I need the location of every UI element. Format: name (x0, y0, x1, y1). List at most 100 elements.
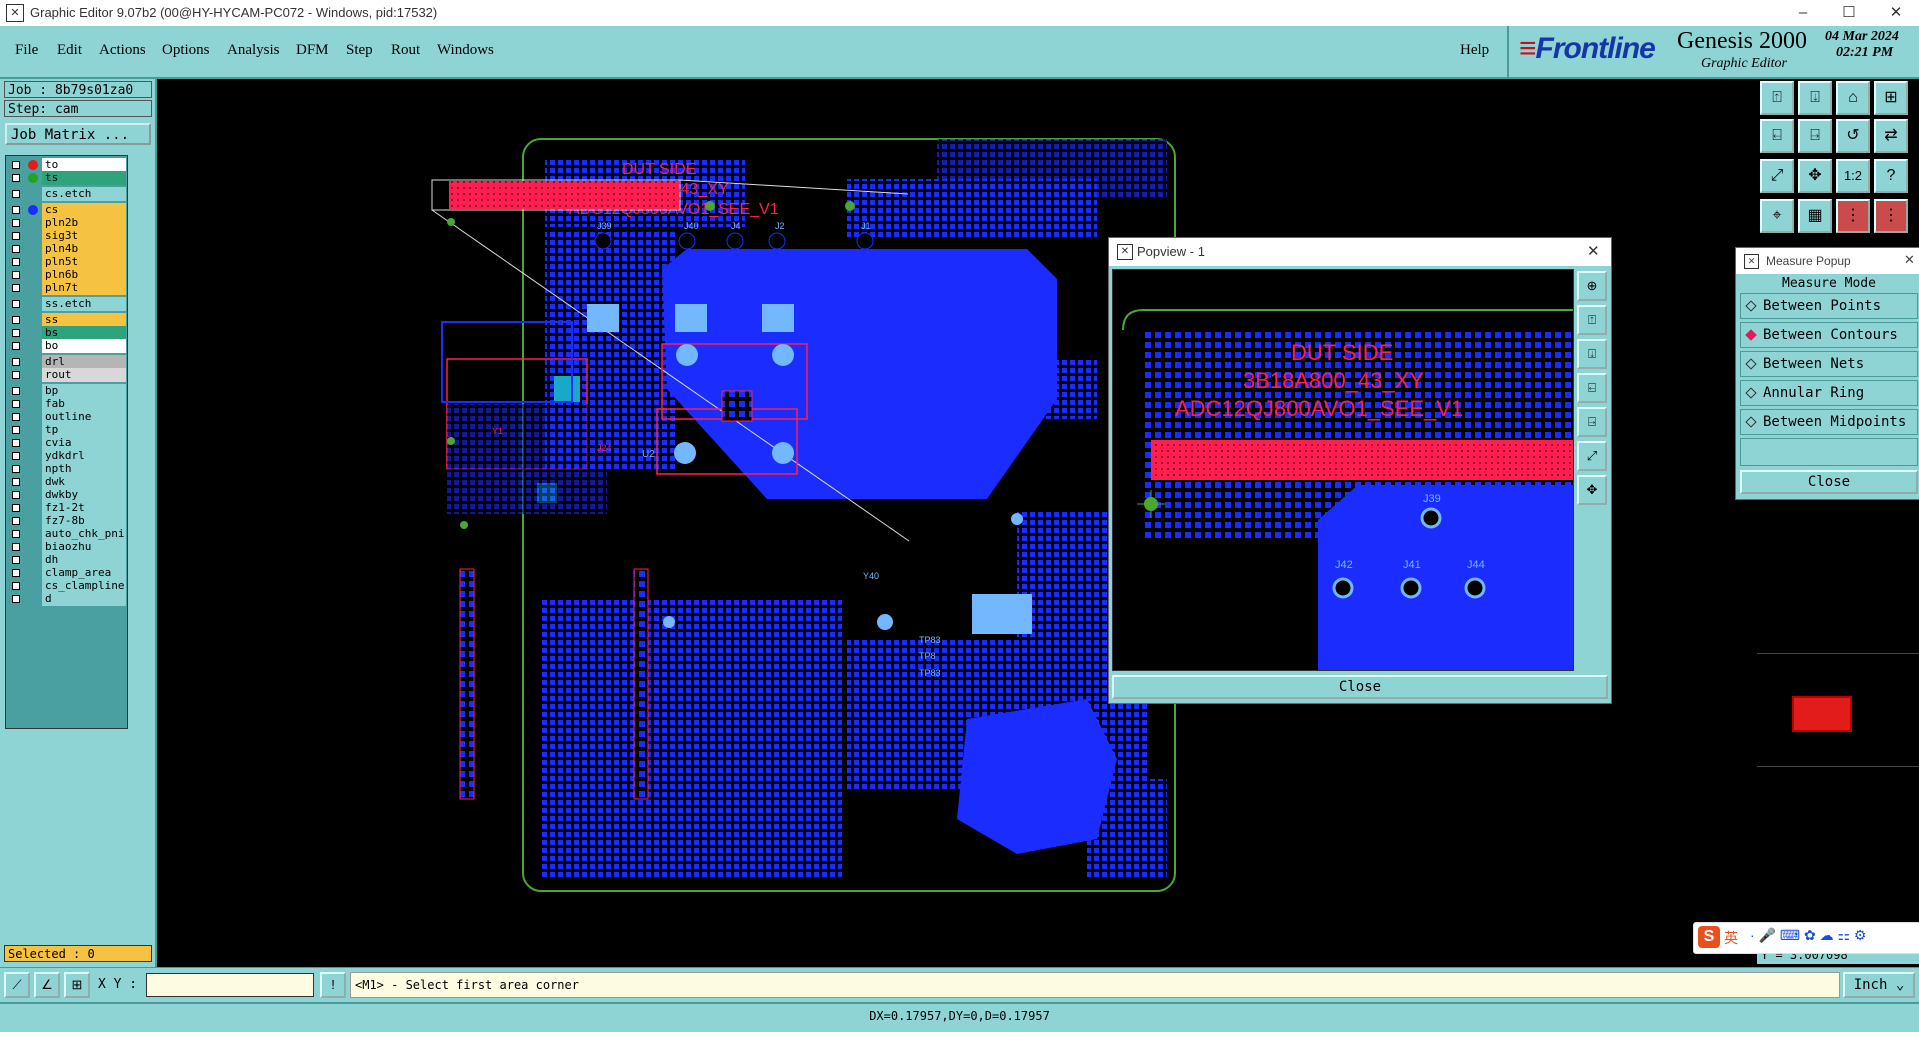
layer-name[interactable]: dh (42, 553, 126, 567)
layer-checkbox[interactable] (12, 232, 20, 240)
layer-checkbox[interactable] (12, 174, 20, 182)
move-left-icon[interactable]: ⍇ (1760, 119, 1794, 153)
layer-row-bo[interactable]: bo (8, 339, 126, 353)
flip-icon[interactable]: ⇄ (1874, 119, 1908, 153)
layer-name[interactable]: cs_clampline (42, 579, 126, 593)
measure-option-between-contours[interactable]: Between Contours (1740, 322, 1918, 348)
layer-checkbox[interactable] (12, 569, 20, 577)
layer-row-to[interactable]: to (8, 158, 126, 172)
draw-mode-icon[interactable]: ⟋ (4, 972, 30, 998)
layer-checkbox[interactable] (12, 400, 20, 408)
layer-checkbox[interactable] (12, 161, 20, 169)
popview-down-icon[interactable]: ⍗ (1577, 339, 1607, 369)
layer-checkbox[interactable] (12, 543, 20, 551)
layer-name[interactable]: dwkby (42, 488, 126, 502)
menu-dfm[interactable]: DFM (296, 42, 329, 59)
layer-row-fz1-2t[interactable]: fz1-2t (8, 501, 126, 515)
layer-name[interactable]: ydkdrl (42, 449, 126, 463)
layer-name[interactable]: clamp_area (42, 566, 126, 580)
layer-row-ss-etch[interactable]: ss.etch (8, 297, 126, 311)
layer-row-biaozhu[interactable]: biaozhu (8, 540, 126, 554)
menu-help[interactable]: Help (1460, 42, 1489, 59)
layer-name[interactable]: pln7t (42, 281, 126, 295)
layer-toggle-icon[interactable]: ⋮ (1836, 199, 1870, 233)
popview-pan-icon[interactable]: ✥ (1577, 475, 1607, 505)
menu-step[interactable]: Step (346, 42, 373, 59)
menu-edit[interactable]: Edit (57, 42, 82, 59)
layer-row-pln7t[interactable]: pln7t (8, 281, 126, 295)
layer-row-pln2b[interactable]: pln2b (8, 216, 126, 230)
layer-row-ts[interactable]: ts (8, 171, 126, 185)
layer-name[interactable]: cs.etch (42, 187, 126, 201)
layer-name[interactable]: dwk (42, 475, 126, 489)
layer-checkbox[interactable] (12, 387, 20, 395)
info-icon[interactable]: ! (320, 972, 346, 998)
help-icon[interactable]: ? (1874, 159, 1908, 193)
scale-1-2-icon[interactable]: 1:2 (1836, 159, 1870, 193)
layer-name[interactable]: tp (42, 423, 126, 437)
ruler-icon[interactable]: ⋮ (1874, 199, 1908, 233)
popview-zoom-in-icon[interactable]: ⊕ (1577, 271, 1607, 301)
layer-row-drl[interactable]: drl (8, 355, 126, 369)
layer-checkbox[interactable] (12, 582, 20, 590)
job-matrix-button[interactable]: Job Matrix ... (5, 123, 151, 145)
layer-checkbox[interactable] (12, 491, 20, 499)
layer-row-rout[interactable]: rout (8, 368, 126, 382)
layer-row-cvia[interactable]: cvia (8, 436, 126, 450)
layer-checkbox[interactable] (12, 271, 20, 279)
layer-row-pln6b[interactable]: pln6b (8, 268, 126, 282)
menu-actions[interactable]: Actions (99, 42, 146, 59)
layer-checkbox[interactable] (12, 258, 20, 266)
layer-checkbox[interactable] (12, 358, 20, 366)
layer-checkbox[interactable] (12, 504, 20, 512)
layer-checkbox[interactable] (12, 452, 20, 460)
menu-file[interactable]: File (15, 42, 38, 59)
layer-row-cs[interactable]: cs (8, 203, 126, 217)
layer-row-cs-clampline[interactable]: cs_clampline (8, 579, 126, 593)
layer-name[interactable]: biaozhu (42, 540, 126, 554)
maximize-button[interactable]: ☐ (1826, 0, 1872, 26)
move-up-icon[interactable]: ⍐ (1760, 81, 1794, 115)
layer-row-dwk[interactable]: dwk (8, 475, 126, 489)
ime-language[interactable]: 英 (1724, 928, 1738, 948)
pan-icon[interactable]: ✥ (1798, 159, 1832, 193)
layer-row-clamp-area[interactable]: clamp_area (8, 566, 126, 580)
layer-checkbox[interactable] (12, 342, 20, 350)
angle-icon[interactable]: ∠ (34, 972, 60, 998)
layer-checkbox[interactable] (12, 329, 20, 337)
overview-window[interactable] (1792, 696, 1852, 732)
popview-close-button[interactable]: Close (1112, 675, 1608, 699)
measure-close-button[interactable]: Close (1740, 470, 1918, 494)
close-window-button[interactable]: ✕ (1873, 0, 1919, 26)
layer-name[interactable]: ts (42, 171, 126, 185)
layer-row-outline[interactable]: outline (8, 410, 126, 424)
layer-checkbox[interactable] (12, 245, 20, 253)
snap-grid-icon[interactable]: ▦ (1798, 199, 1832, 233)
layer-name[interactable]: bs (42, 326, 126, 340)
units-dropdown[interactable]: Inch ⌄ (1843, 972, 1915, 998)
minimize-button[interactable]: – (1780, 0, 1826, 26)
layer-name[interactable]: pln2b (42, 216, 126, 230)
layer-checkbox[interactable] (12, 219, 20, 227)
ime-logo-icon[interactable]: S (1698, 926, 1720, 948)
layer-name[interactable]: bo (42, 339, 126, 353)
layer-name[interactable]: outline (42, 410, 126, 424)
layer-name[interactable]: drl (42, 355, 126, 369)
home-icon[interactable]: ⌂ (1836, 81, 1870, 115)
layer-row-dwkby[interactable]: dwkby (8, 488, 126, 502)
measure-option-between-midpoints[interactable]: Between Midpoints (1740, 409, 1918, 435)
popview-left-icon[interactable]: ⍇ (1577, 373, 1607, 403)
layer-name[interactable]: fab (42, 397, 126, 411)
xy-input[interactable] (146, 973, 314, 997)
layer-name[interactable]: npth (42, 462, 126, 476)
popview-fit-icon[interactable]: ⤢ (1577, 441, 1607, 471)
layer-row-fab[interactable]: fab (8, 397, 126, 411)
layer-row-auto-chk-pni[interactable]: auto_chk_pni (8, 527, 126, 541)
menu-rout[interactable]: Rout (391, 42, 420, 59)
layer-row-cs-etch[interactable]: cs.etch (8, 187, 126, 201)
layer-row-sig3t[interactable]: sig3t (8, 229, 126, 243)
layer-checkbox[interactable] (12, 371, 20, 379)
layer-checkbox[interactable] (12, 439, 20, 447)
measure-option-between-nets[interactable]: Between Nets (1740, 351, 1918, 377)
menu-analysis[interactable]: Analysis (227, 42, 280, 59)
